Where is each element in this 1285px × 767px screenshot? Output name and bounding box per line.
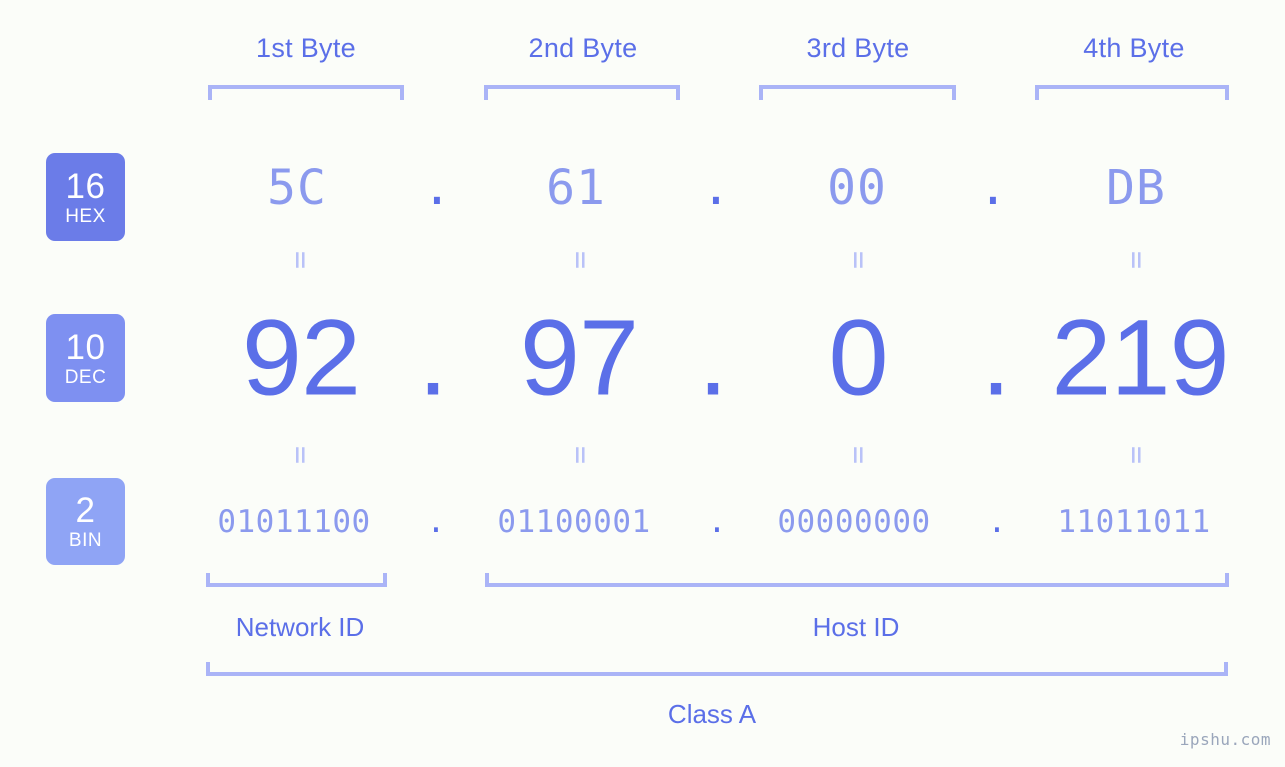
bin-separator-2: . xyxy=(707,504,727,540)
hex-separator-3: . xyxy=(978,160,1008,216)
bin-separator-1: . xyxy=(426,504,446,540)
dec-byte-3: 0 xyxy=(828,296,888,418)
byte-header-2: 2nd Byte xyxy=(528,33,638,63)
bin-separator-3: . xyxy=(987,504,1007,540)
hex-separator-2: . xyxy=(701,160,731,216)
byte-bracket-2 xyxy=(484,85,680,100)
class-bracket xyxy=(206,662,1228,676)
ip-breakdown-diagram: 1st Byte 2nd Byte 3rd Byte 4th Byte 16 H… xyxy=(0,0,1285,767)
hex-byte-1: 5C xyxy=(267,160,327,216)
equals-connector-dec-bin-3: = xyxy=(841,445,876,465)
bin-byte-4: 11011011 xyxy=(1057,504,1211,540)
host-id-bracket xyxy=(485,573,1229,587)
byte-bracket-3 xyxy=(759,85,956,100)
watermark: ipshu.com xyxy=(1179,730,1271,749)
network-id-bracket xyxy=(206,573,387,587)
hex-byte-4: DB xyxy=(1106,160,1166,216)
radix-badge-hex-name: HEX xyxy=(65,205,106,227)
equals-connector-hex-dec-3: = xyxy=(841,250,876,270)
radix-badge-hex: 16 HEX xyxy=(46,153,125,241)
equals-connector-hex-dec-2: = xyxy=(563,250,598,270)
equals-connector-hex-dec-1: = xyxy=(283,250,318,270)
equals-connector-dec-bin-2: = xyxy=(563,445,598,465)
byte-bracket-1 xyxy=(208,85,404,100)
equals-connector-dec-bin-1: = xyxy=(283,445,318,465)
bin-byte-2: 01100001 xyxy=(497,504,651,540)
radix-badge-bin: 2 BIN xyxy=(46,478,125,565)
equals-connector-hex-dec-4: = xyxy=(1119,250,1154,270)
dec-separator-1: . xyxy=(417,296,449,418)
class-label: Class A xyxy=(667,699,757,729)
byte-bracket-4 xyxy=(1035,85,1229,100)
hex-byte-2: 61 xyxy=(546,160,606,216)
byte-header-3: 3rd Byte xyxy=(806,33,910,63)
bin-byte-3: 00000000 xyxy=(777,504,931,540)
hex-byte-3: 00 xyxy=(827,160,887,216)
host-id-label: Host ID xyxy=(812,612,900,642)
network-id-label: Network ID xyxy=(235,612,365,642)
hex-separator-1: . xyxy=(422,160,452,216)
radix-badge-dec-base: 10 xyxy=(65,327,106,367)
radix-badge-dec: 10 DEC xyxy=(46,314,125,402)
equals-connector-dec-bin-4: = xyxy=(1119,445,1154,465)
byte-header-4: 4th Byte xyxy=(1083,33,1185,63)
radix-badge-bin-base: 2 xyxy=(75,491,96,530)
dec-byte-4: 219 xyxy=(1051,296,1229,418)
dec-byte-1: 92 xyxy=(241,296,361,418)
radix-badge-hex-base: 16 xyxy=(65,166,106,206)
dec-separator-2: . xyxy=(697,296,729,418)
bin-byte-1: 01011100 xyxy=(217,504,371,540)
dec-byte-2: 97 xyxy=(519,296,639,418)
radix-badge-dec-name: DEC xyxy=(64,366,107,388)
radix-badge-bin-name: BIN xyxy=(68,530,103,551)
byte-header-1: 1st Byte xyxy=(256,33,356,63)
dec-separator-3: . xyxy=(980,296,1012,418)
